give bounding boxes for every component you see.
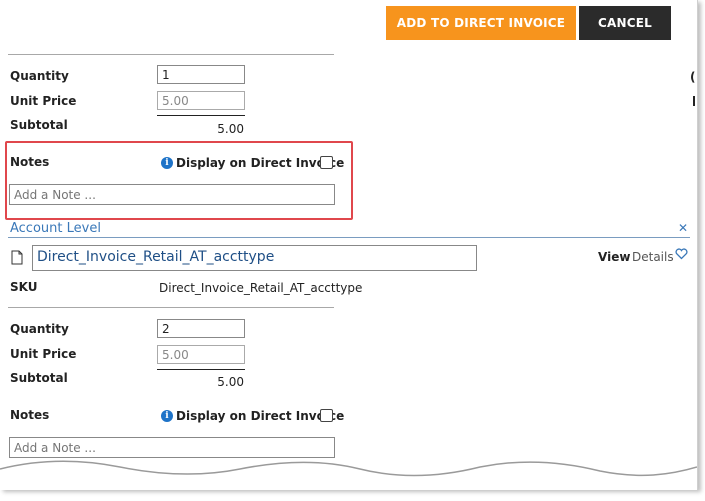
details-link[interactable]: Details (632, 250, 674, 264)
view-link[interactable]: View (598, 250, 630, 264)
display-on-invoice-checkbox[interactable] (320, 409, 333, 422)
subtotal-rule (157, 369, 245, 370)
quantity-label: Quantity (10, 322, 69, 336)
sku-value: Direct_Invoice_Retail_AT_accttype (159, 281, 363, 295)
document-icon (11, 250, 23, 265)
subtotal-rule (157, 115, 245, 116)
product-name-field[interactable]: Direct_Invoice_Retail_AT_accttype (32, 245, 477, 271)
subtotal-label: Subtotal (10, 371, 68, 385)
quantity-input[interactable] (157, 319, 245, 338)
quantity-label: Quantity (10, 69, 69, 83)
sku-label: SKU (10, 280, 38, 294)
highlight-box (5, 141, 353, 220)
quantity-input[interactable] (157, 65, 245, 84)
chevron-right-icon[interactable]: ✕ (678, 221, 688, 235)
section-title: Account Level (10, 221, 101, 236)
heart-icon[interactable] (675, 248, 688, 260)
subtotal-label: Subtotal (10, 118, 68, 132)
cancel-button[interactable]: CANCEL (579, 6, 671, 40)
info-icon: i (161, 410, 173, 422)
side-bar (693, 96, 695, 106)
unit-price-input[interactable] (157, 345, 245, 364)
invoice-item-panel: ADD TO DIRECT INVOICE CANCEL Quantity Un… (0, 0, 698, 490)
unit-price-label: Unit Price (10, 94, 77, 108)
torn-edge (0, 460, 697, 490)
side-bracket-icon: ( (690, 70, 696, 84)
display-on-invoice-label: Display on Direct Invoice (176, 409, 345, 423)
subtotal-value: 5.00 (217, 122, 244, 136)
unit-price-input[interactable] (157, 91, 245, 110)
subtotal-value: 5.00 (217, 375, 244, 389)
add-to-direct-invoice-button[interactable]: ADD TO DIRECT INVOICE (386, 6, 576, 40)
section-divider (8, 237, 690, 238)
notes-label: Notes (10, 408, 50, 422)
unit-price-label: Unit Price (10, 347, 77, 361)
divider (8, 307, 334, 308)
divider (8, 54, 334, 55)
